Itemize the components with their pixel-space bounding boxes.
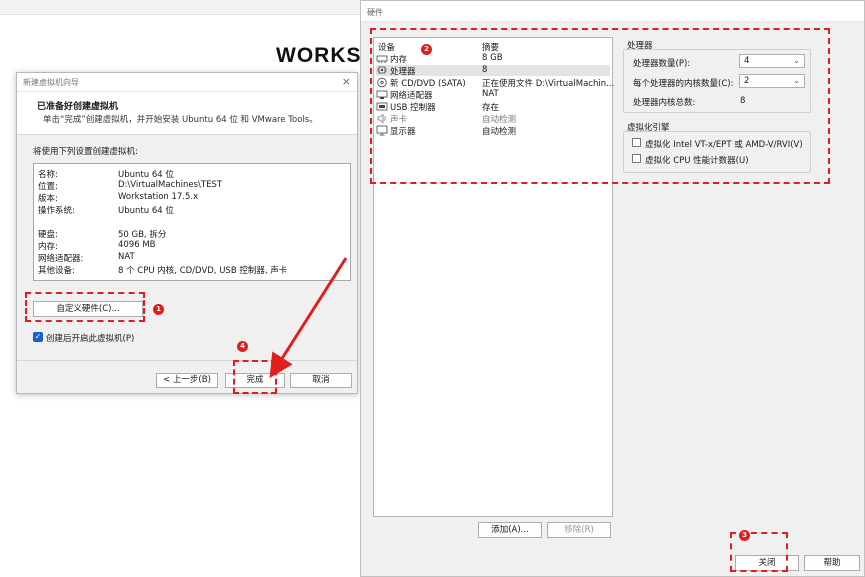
annotation-box-hardware-settings xyxy=(370,28,830,184)
annotation-badge-2: 2 xyxy=(421,44,432,55)
wizard-footer-divider xyxy=(17,360,357,361)
annotation-box-customize xyxy=(25,292,145,322)
help-button[interactable]: 帮助 xyxy=(804,555,860,571)
annotation-badge-1: 1 xyxy=(153,304,164,315)
summary-value: NAT xyxy=(118,252,135,262)
summary-key: 硬盘: xyxy=(38,230,58,240)
summary-key: 操作系统: xyxy=(38,206,75,216)
hardware-title: 硬件 xyxy=(367,8,383,17)
wizard-header: 已准备好创建虚拟机 单击“完成”创建虚拟机，并开始安装 Ubuntu 64 位 … xyxy=(17,92,357,135)
wizard-titlebar: 新建虚拟机向导 × xyxy=(17,73,357,92)
settings-summary-box: 名称: Ubuntu 64 位 位置: D:\VirtualMachines\TES… xyxy=(33,163,351,281)
summary-value: D:\VirtualMachines\TEST xyxy=(118,180,223,190)
summary-key: 位置: xyxy=(38,182,58,192)
close-icon[interactable]: × xyxy=(342,75,351,88)
summary-value: Ubuntu 64 位 xyxy=(118,170,174,180)
new-vm-wizard-dialog: 新建虚拟机向导 × 已准备好创建虚拟机 单击“完成”创建虚拟机，并开始安装 Ub… xyxy=(16,72,358,394)
summary-value: Ubuntu 64 位 xyxy=(118,206,174,216)
summary-key: 网络适配器: xyxy=(38,254,84,264)
power-on-checkbox[interactable]: ✓ xyxy=(33,332,43,342)
summary-key: 内存: xyxy=(38,242,58,252)
wizard-header-description: 单击“完成”创建虚拟机，并开始安装 Ubuntu 64 位 和 VMware T… xyxy=(43,115,318,125)
cancel-button[interactable]: 取消 xyxy=(290,373,352,388)
summary-value: Workstation 17.5.x xyxy=(118,192,199,202)
power-on-label: 创建后开启此虚拟机(P) xyxy=(46,334,135,344)
annotation-badge-4: 4 xyxy=(237,341,248,352)
wizard-header-title: 已准备好创建虚拟机 xyxy=(37,102,119,112)
remove-device-button[interactable]: 移除(R) xyxy=(547,522,611,538)
hardware-titlebar: 硬件 xyxy=(361,1,864,22)
annotation-badge-3: 3 xyxy=(739,530,750,541)
summary-value: 50 GB, 拆分 xyxy=(118,230,167,240)
summary-key: 其他设备: xyxy=(38,266,75,276)
add-device-button[interactable]: 添加(A)... xyxy=(478,522,542,538)
back-button[interactable]: < 上一步(B) xyxy=(156,373,218,388)
summary-value: 8 个 CPU 内核, CD/DVD, USB 控制器, 声卡 xyxy=(118,266,288,276)
summary-label: 将使用下列设置创建虚拟机: xyxy=(33,147,138,157)
annotation-box-finish xyxy=(233,360,277,394)
summary-key: 版本: xyxy=(38,194,58,204)
wizard-title: 新建虚拟机向导 xyxy=(23,78,79,87)
summary-key: 名称: xyxy=(38,170,58,180)
summary-value: 4096 MB xyxy=(118,240,156,250)
